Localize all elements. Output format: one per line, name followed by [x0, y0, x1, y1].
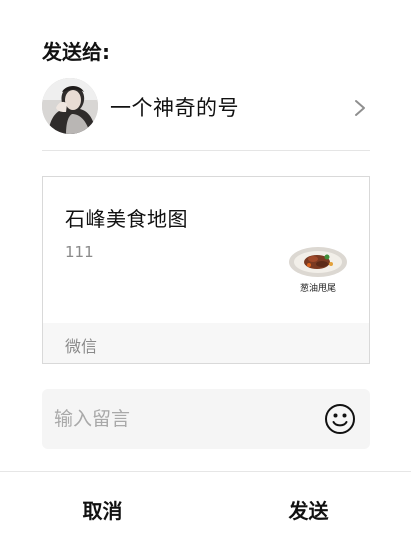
divider [42, 150, 370, 151]
food-thumbnail: 葱油甩尾 [287, 245, 349, 321]
smiley-face-icon[interactable] [324, 403, 356, 435]
send-to-title: 发送给: [42, 40, 110, 64]
recipient-name: 一个神奇的号 [110, 96, 239, 120]
card-footer: 微信 [43, 323, 369, 363]
share-dialog: 发送给: 一个神奇的号 石峰美食地图 111 葱油甩尾 微信 输入留言 取消 发… [0, 0, 411, 546]
cancel-button[interactable]: 取消 [0, 472, 205, 546]
send-button[interactable]: 发送 [206, 472, 411, 546]
card-title: 石峰美食地图 [65, 207, 188, 231]
recipient-row[interactable]: 一个神奇的号 [42, 78, 370, 138]
shared-miniprogram-card: 石峰美食地图 111 葱油甩尾 微信 [42, 176, 370, 364]
message-input[interactable] [54, 389, 314, 449]
card-source: 微信 [65, 337, 98, 356]
thumb-caption: 葱油甩尾 [300, 282, 336, 294]
message-box [42, 389, 370, 449]
chevron-right-icon [350, 96, 370, 120]
recipient-avatar [42, 78, 98, 134]
card-description: 111 [65, 243, 94, 261]
